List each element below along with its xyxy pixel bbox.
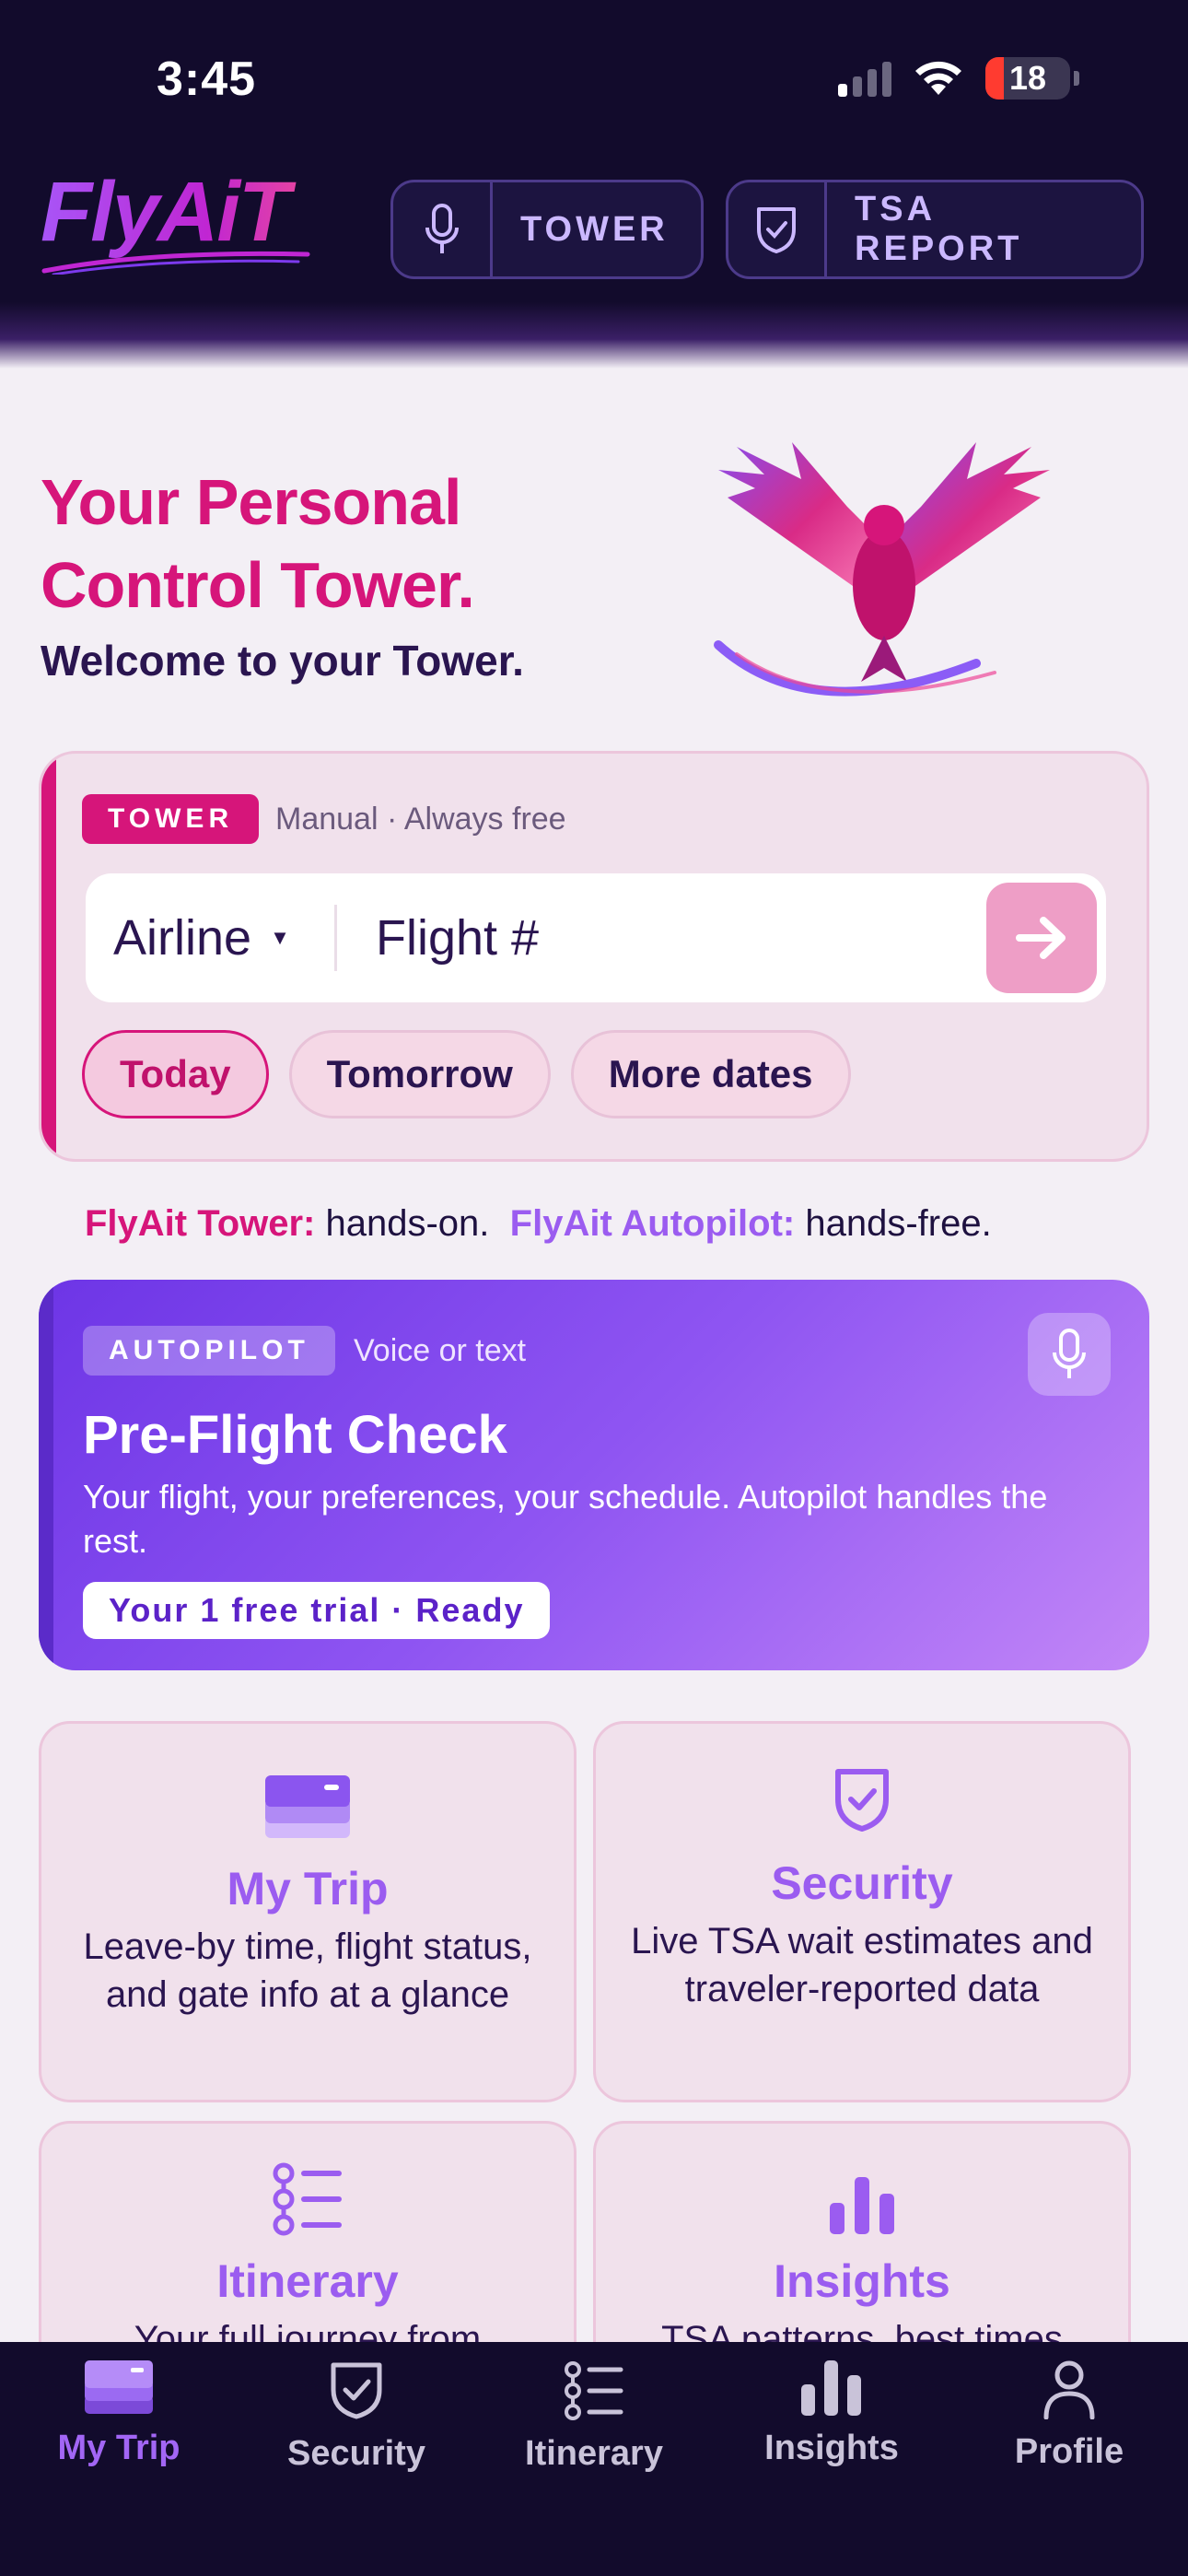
feature-description: Live TSA wait estimates and traveler-rep… <box>631 1921 1093 2009</box>
card-stack-icon <box>265 1775 350 1838</box>
bar-chart-icon <box>830 2177 894 2234</box>
tsa-report-button[interactable]: TSA REPORT <box>726 180 1144 279</box>
shield-check-icon <box>757 207 797 253</box>
airline-select-value: Airline <box>113 910 252 966</box>
shield-check-icon <box>331 2362 382 2419</box>
bottom-tab-bar: My Trip Security Itinerary Insights Prof… <box>0 2342 1188 2576</box>
list-icon <box>273 2162 342 2236</box>
tab-insights[interactable]: Insights <box>713 2342 950 2576</box>
feature-title: Insights <box>774 2255 950 2307</box>
status-time: 3:45 <box>157 53 257 106</box>
tab-profile[interactable]: Profile <box>950 2342 1188 2576</box>
tagline-autopilot-text: hands-free. <box>805 1203 992 1244</box>
tsa-report-label: TSA REPORT <box>855 190 1023 268</box>
autopilot-title: Pre-Flight Check <box>83 1405 507 1465</box>
autopilot-tag: AUTOPILOT <box>83 1326 335 1376</box>
tab-label: My Trip <box>57 2429 181 2467</box>
person-icon <box>1043 2360 1095 2419</box>
flight-search-box: Airline ▼ Flight # <box>86 873 1106 1002</box>
tab-label: Insights <box>764 2429 899 2467</box>
tab-my-trip[interactable]: My Trip <box>0 2342 238 2576</box>
tagline-tower-label: FlyAit Tower: <box>85 1203 316 1244</box>
autopilot-card[interactable]: AUTOPILOT Voice or text Pre-Flight Check… <box>39 1280 1149 1670</box>
tower-tag: TOWER <box>82 794 260 844</box>
tagline-tower-text: hands-on. <box>325 1203 490 1244</box>
tagline-autopilot-label: FlyAit Autopilot: <box>509 1203 796 1244</box>
tower-button-label: TOWER <box>520 209 669 249</box>
app-logo: FlyAiT <box>41 166 317 295</box>
feature-title: Itinerary <box>216 2255 399 2307</box>
microphone-icon <box>1053 1329 1086 1378</box>
hero-title-line2: Control Tower. <box>41 549 475 621</box>
tab-label: Profile <box>1014 2432 1124 2471</box>
date-chip-tomorrow[interactable]: Tomorrow <box>288 1030 551 1118</box>
status-indicators: 18 <box>838 55 1079 101</box>
feature-card-my-trip[interactable]: My Trip Leave-by time, flight status, an… <box>39 1721 577 2102</box>
airline-select[interactable]: Airline ▼ <box>86 909 334 966</box>
app-header: 3:45 18 FlyAiT TOWER TSA REPORT <box>0 0 1188 369</box>
cellular-signal-icon <box>838 60 891 97</box>
date-chip-more[interactable]: More dates <box>570 1030 851 1118</box>
hero-title-line1: Your Personal <box>41 466 461 538</box>
arrow-right-icon <box>1016 917 1066 959</box>
feature-title: My Trip <box>227 1863 389 1914</box>
date-chips: Today Tomorrow More dates <box>82 1030 851 1118</box>
tower-autopilot-tagline: FlyAit Tower: hands-on. FlyAit Autopilot… <box>85 1203 992 1245</box>
microphone-icon <box>425 204 459 253</box>
search-submit-button[interactable] <box>986 883 1097 993</box>
flight-number-input[interactable]: Flight # <box>337 909 986 966</box>
list-icon <box>565 2361 623 2420</box>
autopilot-description: Your flight, your preferences, your sche… <box>83 1478 1048 1560</box>
bar-chart-icon <box>801 2360 861 2416</box>
feature-description: Leave-by time, flight status, and gate i… <box>83 1926 532 2015</box>
autopilot-mic-button[interactable] <box>1028 1313 1111 1396</box>
phoenix-illustration <box>714 442 1050 697</box>
tower-meta: Manual · Always free <box>275 802 566 837</box>
battery-icon: 18 <box>985 57 1070 100</box>
shield-check-icon <box>835 1769 889 1832</box>
card-stack-icon <box>85 2360 153 2414</box>
tab-label: Security <box>287 2434 425 2473</box>
autopilot-meta: Voice or text <box>354 1333 527 1368</box>
caret-down-icon: ▼ <box>270 926 290 949</box>
tower-card: TOWER Manual · Always free Airline ▼ Fli… <box>39 751 1149 1162</box>
free-trial-badge[interactable]: Your 1 free trial · Ready <box>83 1582 551 1639</box>
tower-button[interactable]: TOWER <box>390 180 704 279</box>
date-chip-today[interactable]: Today <box>82 1030 269 1118</box>
hero-subtitle: Welcome to your Tower. <box>41 637 524 685</box>
tab-itinerary[interactable]: Itinerary <box>475 2342 713 2576</box>
wifi-icon <box>915 61 961 95</box>
feature-title: Security <box>771 1857 953 1909</box>
logo-text: FlyAiT <box>41 166 317 258</box>
tab-security[interactable]: Security <box>238 2342 475 2576</box>
hero-title: Your Personal Control Tower. <box>41 461 685 626</box>
feature-card-security[interactable]: Security Live TSA wait estimates and tra… <box>593 1721 1131 2102</box>
battery-level: 18 <box>1008 59 1047 97</box>
tab-label: Itinerary <box>525 2434 663 2473</box>
